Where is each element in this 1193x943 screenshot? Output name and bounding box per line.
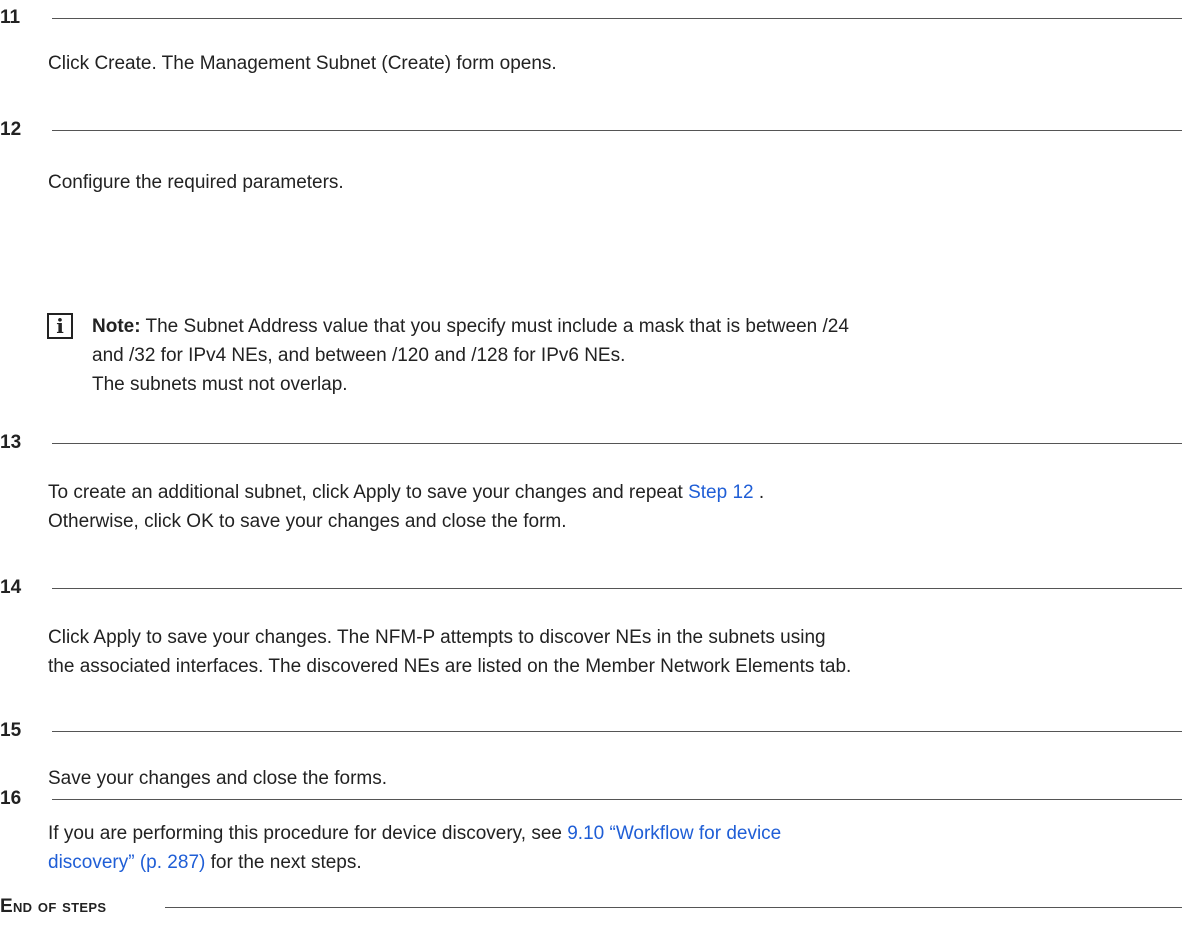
note-line-2: and /32 for IPv4 NEs, and between /120 a…	[92, 345, 626, 366]
step-divider	[52, 443, 1182, 444]
workflow-link-part-2[interactable]: discovery” (p. 287)	[48, 852, 205, 873]
step-13-line-2: Otherwise, click OK to save your changes…	[48, 511, 567, 532]
step-number: 14	[0, 577, 22, 598]
step-12-header: 12	[0, 118, 1182, 142]
step-16-suffix: for the next steps.	[210, 852, 362, 873]
step-15-header: 15	[0, 719, 1182, 743]
note-line-3: The subnets must not overlap.	[92, 374, 348, 395]
step-divider	[52, 588, 1182, 589]
note-text: The Subnet Address value that you specif…	[145, 316, 849, 337]
step-13-header: 13	[0, 431, 1182, 455]
step-number: 15	[0, 720, 22, 741]
step-12-link[interactable]: Step 12	[688, 482, 754, 503]
step-13-line-1: To create an additional subnet, click Ap…	[48, 478, 1183, 507]
step-divider	[52, 731, 1182, 732]
step-16-text: If you are performing this procedure for…	[48, 823, 562, 844]
info-icon: i	[47, 313, 73, 339]
step-16-header: 16	[0, 787, 1182, 811]
step-11-header: 11	[0, 6, 1182, 30]
step-14-line-2: the associated interfaces. The discovere…	[48, 656, 852, 677]
step-number: 11	[0, 7, 21, 28]
step-12-text: Configure the required parameters.	[48, 172, 344, 193]
step-16-line-2: discovery” (p. 287) for the next steps.	[48, 848, 1183, 877]
step-divider	[52, 130, 1182, 131]
step-number: 12	[0, 119, 22, 140]
step-13-text: To create an additional subnet, click Ap…	[48, 482, 683, 503]
end-of-steps: End of steps	[0, 895, 1182, 919]
step-divider	[52, 799, 1182, 800]
end-of-steps-label: End of steps	[0, 896, 107, 917]
note-line-1: Note: The Subnet Address value that you …	[92, 312, 1183, 341]
step-14-line-1: Click Apply to save your changes. The NF…	[48, 627, 826, 648]
step-11-text: Click Create. The Management Subnet (Cre…	[48, 53, 557, 74]
step-number: 13	[0, 432, 22, 453]
workflow-link-part-1[interactable]: 9.10 “Workflow for device	[567, 823, 781, 844]
step-16-line-1: If you are performing this procedure for…	[48, 819, 1183, 848]
step-number: 16	[0, 788, 22, 809]
end-divider	[165, 907, 1182, 908]
step-14-header: 14	[0, 576, 1182, 600]
step-divider	[52, 18, 1182, 19]
step-13-period: .	[758, 482, 765, 503]
note-label: Note:	[92, 316, 141, 337]
